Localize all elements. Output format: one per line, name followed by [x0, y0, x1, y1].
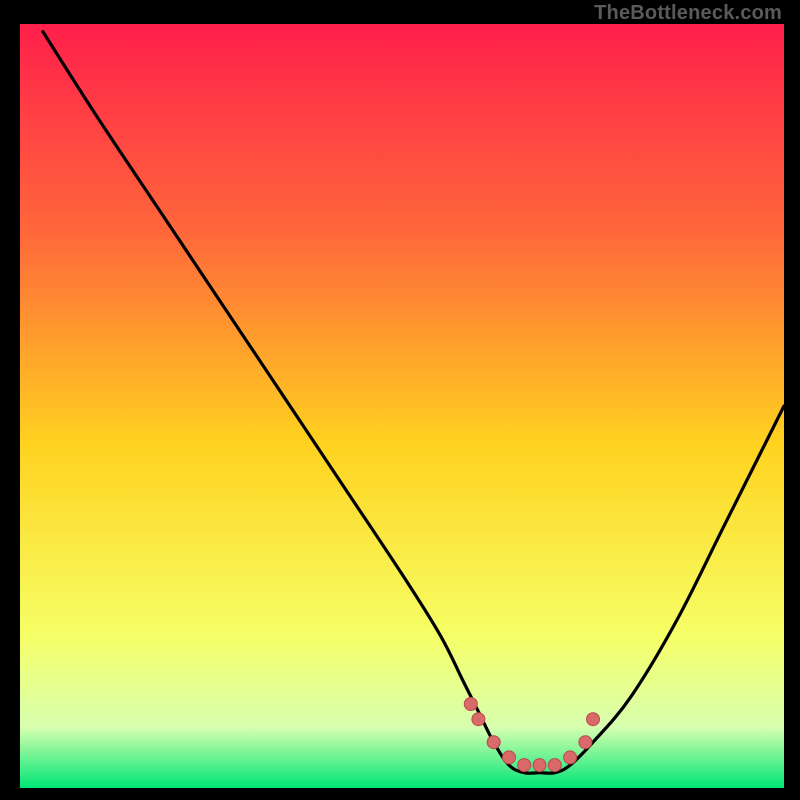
trough-marker — [472, 713, 485, 726]
watermark-text: TheBottleneck.com — [594, 2, 782, 25]
trough-marker — [518, 759, 531, 772]
gradient-background — [20, 24, 784, 788]
trough-marker — [533, 759, 546, 772]
trough-marker — [487, 736, 500, 749]
trough-marker — [587, 713, 600, 726]
trough-marker — [548, 759, 561, 772]
trough-marker — [564, 751, 577, 764]
bottleneck-chart — [20, 24, 784, 788]
trough-marker — [503, 751, 516, 764]
chart-frame — [20, 24, 784, 788]
trough-marker — [579, 736, 592, 749]
trough-marker — [464, 698, 477, 711]
